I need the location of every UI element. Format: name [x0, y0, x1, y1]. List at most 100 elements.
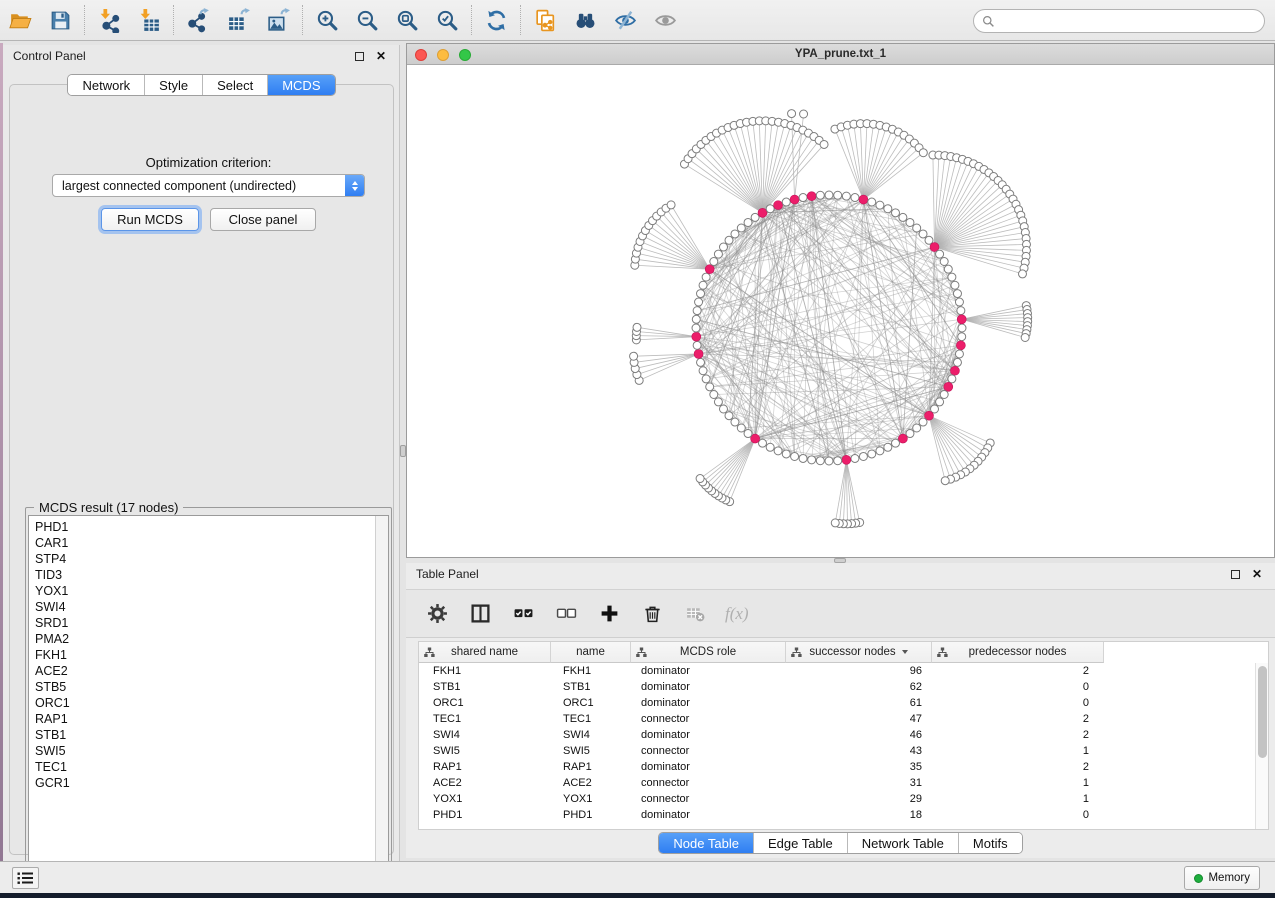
gear-icon [427, 603, 448, 624]
tab-select[interactable]: Select [202, 75, 267, 95]
memory-button[interactable]: Memory [1184, 866, 1260, 890]
zoom-fit-button[interactable] [387, 3, 427, 37]
table-cell: FKH1 [419, 663, 551, 679]
import-network-button[interactable] [89, 3, 129, 37]
list-item[interactable]: ACE2 [35, 663, 388, 679]
table-cell: 46 [786, 727, 932, 743]
table-panel-header: Table Panel ✕ [406, 563, 1275, 585]
tab-style[interactable]: Style [144, 75, 202, 95]
zoom-in-button[interactable] [307, 3, 347, 37]
column-header-predecessor-nodes[interactable]: predecessor nodes [932, 642, 1104, 663]
result-list-scrollbar[interactable] [375, 516, 388, 874]
table-row[interactable]: SWI5SWI5connector431 [419, 743, 1104, 759]
show-all-button[interactable] [645, 3, 685, 37]
import-table-button[interactable] [129, 3, 169, 37]
export-image-button[interactable] [258, 3, 298, 37]
table-cell: 62 [786, 679, 932, 695]
search-input[interactable] [995, 14, 1264, 28]
toolbar-separator [520, 5, 521, 35]
destroy-table-button[interactable] [682, 601, 708, 627]
column-header-MCDS-role[interactable]: MCDS role [631, 642, 786, 663]
toggle-panels-button[interactable] [467, 601, 493, 627]
export-table-button[interactable] [218, 3, 258, 37]
zoom-selected-button[interactable] [427, 3, 467, 37]
zoom-out-button[interactable] [347, 3, 387, 37]
network-canvas[interactable] [407, 65, 1274, 557]
close-table-panel-button[interactable]: ✕ [1249, 566, 1265, 582]
mcds-result-list[interactable]: PHD1CAR1STP4TID3YOX1SWI4SRD1PMA2FKH1ACE2… [28, 515, 389, 875]
node-table[interactable]: shared namenameMCDS rolesuccessor nodesp… [418, 641, 1269, 830]
first-neighbors-button[interactable] [565, 3, 605, 37]
window-close-button[interactable] [415, 49, 427, 61]
criterion-dropdown[interactable]: largest connected component (undirected) [52, 174, 365, 197]
scrollbar-thumb[interactable] [1258, 666, 1267, 758]
list-item[interactable]: PMA2 [35, 631, 388, 647]
list-item[interactable]: SRD1 [35, 615, 388, 631]
list-item[interactable]: RAP1 [35, 711, 388, 727]
window-minimize-button[interactable] [437, 49, 449, 61]
close-panel-action-button[interactable]: Close panel [210, 208, 316, 231]
close-panel-button[interactable]: ✕ [373, 48, 389, 64]
list-item[interactable]: STB5 [35, 679, 388, 695]
table-settings-button[interactable] [424, 601, 450, 627]
table-row[interactable]: STB1STB1dominator620 [419, 679, 1104, 695]
network-titlebar[interactable]: YPA_prune.txt_1 [407, 44, 1274, 65]
list-item[interactable]: PHD1 [35, 519, 388, 535]
table-toolbar: f(x) [406, 589, 1275, 638]
table-row[interactable]: RAP1RAP1dominator352 [419, 759, 1104, 775]
list-item[interactable]: SWI4 [35, 599, 388, 615]
save-session-button[interactable] [40, 3, 80, 37]
tab-motifs[interactable]: Motifs [958, 833, 1022, 853]
column-header-shared-name[interactable]: shared name [419, 642, 551, 663]
column-header-successor-nodes[interactable]: successor nodes [786, 642, 932, 663]
tab-edge-table[interactable]: Edge Table [753, 833, 847, 853]
select-all-button[interactable] [510, 601, 536, 627]
table-cell: ACE2 [419, 775, 551, 791]
list-item[interactable]: FKH1 [35, 647, 388, 663]
list-item[interactable]: TID3 [35, 567, 388, 583]
export-network-button[interactable] [178, 3, 218, 37]
import-network-icon [97, 8, 122, 33]
zoom-in-icon [315, 8, 340, 33]
list-item[interactable]: STP4 [35, 551, 388, 567]
tab-network[interactable]: Network [68, 75, 144, 95]
list-item[interactable]: STB1 [35, 727, 388, 743]
list-item[interactable]: ORC1 [35, 695, 388, 711]
list-item[interactable]: GCR1 [35, 775, 388, 791]
hide-selected-button[interactable] [605, 3, 645, 37]
list-item[interactable]: SWI5 [35, 743, 388, 759]
network-graph[interactable] [407, 65, 1274, 557]
list-item[interactable]: CAR1 [35, 535, 388, 551]
window-zoom-button[interactable] [459, 49, 471, 61]
run-mcds-button[interactable]: Run MCDS [101, 208, 199, 231]
open-session-button[interactable] [0, 3, 40, 37]
clone-network-button[interactable] [525, 3, 565, 37]
tab-mcds[interactable]: MCDS [267, 75, 334, 95]
float-panel-button[interactable] [351, 48, 367, 64]
table-row[interactable]: SWI4SWI4dominator462 [419, 727, 1104, 743]
refresh-layout-button[interactable] [476, 3, 516, 37]
table-row[interactable]: PHD1PHD1dominator180 [419, 807, 1104, 823]
table-row[interactable]: ACE2ACE2connector311 [419, 775, 1104, 791]
tab-node-table[interactable]: Node Table [659, 833, 753, 853]
deselect-all-button[interactable] [553, 601, 579, 627]
table-row[interactable]: FKH1FKH1dominator962 [419, 663, 1104, 679]
status-menu-button[interactable] [12, 867, 39, 889]
float-table-panel-button[interactable] [1227, 566, 1243, 582]
table-cell: ACE2 [551, 775, 631, 791]
table-row[interactable]: YOX1YOX1connector291 [419, 791, 1104, 807]
table-cell: 0 [932, 679, 1104, 695]
table-row[interactable]: TEC1TEC1connector472 [419, 711, 1104, 727]
delete-button[interactable] [639, 601, 665, 627]
function-builder-button[interactable]: f(x) [725, 604, 749, 624]
table-cell: connector [631, 775, 786, 791]
list-item[interactable]: TEC1 [35, 759, 388, 775]
column-header-name[interactable]: name [551, 642, 631, 663]
tab-network-table[interactable]: Network Table [847, 833, 958, 853]
refresh-icon [484, 8, 509, 33]
table-row[interactable]: ORC1ORC1dominator610 [419, 695, 1104, 711]
table-scrollbar[interactable] [1255, 663, 1268, 829]
zoom-out-icon [355, 8, 380, 33]
add-row-button[interactable] [596, 601, 622, 627]
list-item[interactable]: YOX1 [35, 583, 388, 599]
